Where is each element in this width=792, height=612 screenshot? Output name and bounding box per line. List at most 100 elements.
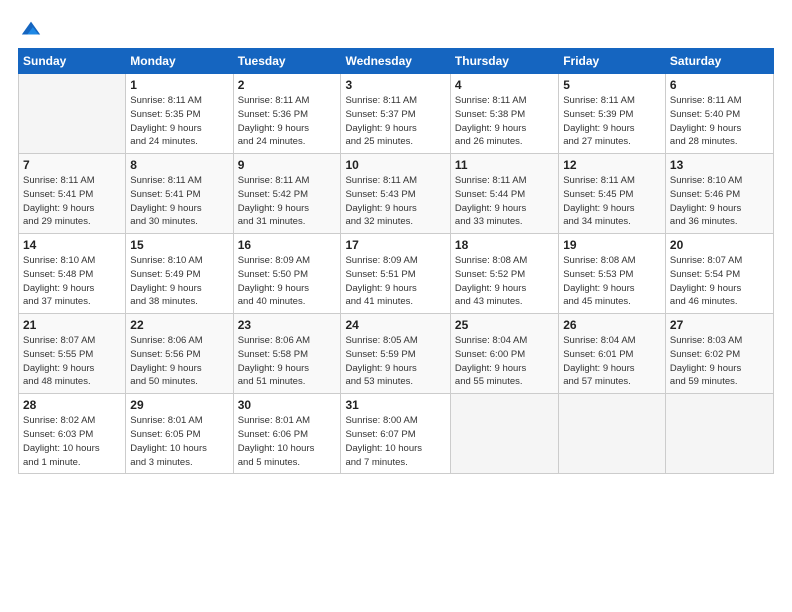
day-info: Sunrise: 8:11 AM Sunset: 5:41 PM Dayligh… (23, 174, 121, 229)
calendar-cell: 20 Sunrise: 8:07 AM Sunset: 5:54 PM Dayli… (665, 234, 773, 314)
day-number: 31 (345, 398, 445, 412)
day-info: Sunrise: 8:10 AM Sunset: 5:48 PM Dayligh… (23, 254, 121, 309)
day-info: Sunrise: 8:07 AM Sunset: 5:54 PM Dayligh… (670, 254, 769, 309)
calendar-cell: 4Sunrise: 8:11 AM Sunset: 5:38 PM Daylig… (450, 74, 558, 154)
day-info: Sunrise: 8:10 AM Sunset: 5:46 PM Dayligh… (670, 174, 769, 229)
calendar-cell: 23 Sunrise: 8:06 AM Sunset: 5:58 PM Dayli… (233, 314, 341, 394)
calendar-cell: 6 Sunrise: 8:11 AM Sunset: 5:40 PM Daylig… (665, 74, 773, 154)
day-number: 12 (563, 158, 661, 172)
calendar-cell: 14 Sunrise: 8:10 AM Sunset: 5:48 PM Dayli… (19, 234, 126, 314)
day-number: 22 (130, 318, 228, 332)
calendar-cell: 24 Sunrise: 8:05 AM Sunset: 5:59 PM Dayli… (341, 314, 450, 394)
calendar-cell: 25 Sunrise: 8:04 AM Sunset: 6:00 PM Dayli… (450, 314, 558, 394)
calendar-cell: 28 Sunrise: 8:02 AM Sunset: 6:03 PM Dayli… (19, 394, 126, 474)
calendar-cell: 7 Sunrise: 8:11 AM Sunset: 5:41 PM Daylig… (19, 154, 126, 234)
day-number: 21 (23, 318, 121, 332)
day-info: Sunrise: 8:05 AM Sunset: 5:59 PM Dayligh… (345, 334, 445, 389)
calendar-cell (450, 394, 558, 474)
day-info: Sunrise: 8:11 AM Sunset: 5:39 PM Dayligh… (563, 94, 661, 149)
day-info: Sunrise: 8:04 AM Sunset: 6:00 PM Dayligh… (455, 334, 554, 389)
day-info: Sunrise: 8:10 AM Sunset: 5:49 PM Dayligh… (130, 254, 228, 309)
day-number: 30 (238, 398, 337, 412)
day-number: 20 (670, 238, 769, 252)
calendar-cell: 9Sunrise: 8:11 AM Sunset: 5:42 PM Daylig… (233, 154, 341, 234)
day-number: 7 (23, 158, 121, 172)
day-number: 29 (130, 398, 228, 412)
day-info: Sunrise: 8:02 AM Sunset: 6:03 PM Dayligh… (23, 414, 121, 469)
logo-block (18, 18, 42, 38)
weekday-header-sunday: Sunday (19, 49, 126, 74)
calendar-cell: 30 Sunrise: 8:01 AM Sunset: 6:06 PM Dayli… (233, 394, 341, 474)
day-info: Sunrise: 8:08 AM Sunset: 5:53 PM Dayligh… (563, 254, 661, 309)
day-number: 23 (238, 318, 337, 332)
day-info: Sunrise: 8:09 AM Sunset: 5:50 PM Dayligh… (238, 254, 337, 309)
week-row-4: 21 Sunrise: 8:07 AM Sunset: 5:55 PM Dayli… (19, 314, 774, 394)
day-info: Sunrise: 8:06 AM Sunset: 5:58 PM Dayligh… (238, 334, 337, 389)
day-number: 9 (238, 158, 337, 172)
day-info: Sunrise: 8:11 AM Sunset: 5:40 PM Dayligh… (670, 94, 769, 149)
day-number: 26 (563, 318, 661, 332)
calendar-cell: 12Sunrise: 8:11 AM Sunset: 5:45 PM Dayli… (559, 154, 666, 234)
calendar-cell: 1 Sunrise: 8:11 AM Sunset: 5:35 PM Daylig… (126, 74, 233, 154)
day-number: 3 (345, 78, 445, 92)
header (18, 18, 774, 38)
day-number: 4 (455, 78, 554, 92)
calendar-cell: 27 Sunrise: 8:03 AM Sunset: 6:02 PM Dayli… (665, 314, 773, 394)
calendar-cell: 3 Sunrise: 8:11 AM Sunset: 5:37 PM Daylig… (341, 74, 450, 154)
weekday-header-wednesday: Wednesday (341, 49, 450, 74)
calendar-cell: 2 Sunrise: 8:11 AM Sunset: 5:36 PM Daylig… (233, 74, 341, 154)
logo (18, 18, 42, 38)
calendar-cell (559, 394, 666, 474)
calendar-cell: 19 Sunrise: 8:08 AM Sunset: 5:53 PM Dayli… (559, 234, 666, 314)
day-info: Sunrise: 8:11 AM Sunset: 5:35 PM Dayligh… (130, 94, 228, 149)
day-number: 6 (670, 78, 769, 92)
day-number: 2 (238, 78, 337, 92)
day-info: Sunrise: 8:03 AM Sunset: 6:02 PM Dayligh… (670, 334, 769, 389)
weekday-header-row: SundayMondayTuesdayWednesdayThursdayFrid… (19, 49, 774, 74)
day-info: Sunrise: 8:01 AM Sunset: 6:05 PM Dayligh… (130, 414, 228, 469)
day-number: 10 (345, 158, 445, 172)
weekday-header-monday: Monday (126, 49, 233, 74)
calendar-cell: 22 Sunrise: 8:06 AM Sunset: 5:56 PM Dayli… (126, 314, 233, 394)
day-info: Sunrise: 8:06 AM Sunset: 5:56 PM Dayligh… (130, 334, 228, 389)
week-row-1: 1 Sunrise: 8:11 AM Sunset: 5:35 PM Daylig… (19, 74, 774, 154)
calendar-cell: 15Sunrise: 8:10 AM Sunset: 5:49 PM Dayli… (126, 234, 233, 314)
day-number: 18 (455, 238, 554, 252)
day-info: Sunrise: 8:11 AM Sunset: 5:36 PM Dayligh… (238, 94, 337, 149)
calendar-cell (19, 74, 126, 154)
calendar-cell: 18 Sunrise: 8:08 AM Sunset: 5:52 PM Dayli… (450, 234, 558, 314)
day-info: Sunrise: 8:11 AM Sunset: 5:43 PM Dayligh… (345, 174, 445, 229)
week-row-5: 28 Sunrise: 8:02 AM Sunset: 6:03 PM Dayli… (19, 394, 774, 474)
page: SundayMondayTuesdayWednesdayThursdayFrid… (0, 0, 792, 484)
day-number: 1 (130, 78, 228, 92)
weekday-header-thursday: Thursday (450, 49, 558, 74)
day-number: 11 (455, 158, 554, 172)
day-info: Sunrise: 8:11 AM Sunset: 5:37 PM Dayligh… (345, 94, 445, 149)
day-number: 17 (345, 238, 445, 252)
calendar-cell: 21 Sunrise: 8:07 AM Sunset: 5:55 PM Dayli… (19, 314, 126, 394)
weekday-header-tuesday: Tuesday (233, 49, 341, 74)
weekday-header-friday: Friday (559, 49, 666, 74)
calendar-cell: 8Sunrise: 8:11 AM Sunset: 5:41 PM Daylig… (126, 154, 233, 234)
day-info: Sunrise: 8:07 AM Sunset: 5:55 PM Dayligh… (23, 334, 121, 389)
day-info: Sunrise: 8:01 AM Sunset: 6:06 PM Dayligh… (238, 414, 337, 469)
calendar-cell: 10 Sunrise: 8:11 AM Sunset: 5:43 PM Dayli… (341, 154, 450, 234)
calendar-cell: 16Sunrise: 8:09 AM Sunset: 5:50 PM Dayli… (233, 234, 341, 314)
day-number: 28 (23, 398, 121, 412)
day-info: Sunrise: 8:11 AM Sunset: 5:44 PM Dayligh… (455, 174, 554, 229)
day-number: 25 (455, 318, 554, 332)
day-number: 5 (563, 78, 661, 92)
day-number: 19 (563, 238, 661, 252)
calendar-cell: 26Sunrise: 8:04 AM Sunset: 6:01 PM Dayli… (559, 314, 666, 394)
day-info: Sunrise: 8:00 AM Sunset: 6:07 PM Dayligh… (345, 414, 445, 469)
calendar-cell: 5 Sunrise: 8:11 AM Sunset: 5:39 PM Daylig… (559, 74, 666, 154)
day-number: 24 (345, 318, 445, 332)
calendar-cell (665, 394, 773, 474)
day-number: 14 (23, 238, 121, 252)
day-number: 13 (670, 158, 769, 172)
day-info: Sunrise: 8:08 AM Sunset: 5:52 PM Dayligh… (455, 254, 554, 309)
day-info: Sunrise: 8:11 AM Sunset: 5:41 PM Dayligh… (130, 174, 228, 229)
week-row-3: 14 Sunrise: 8:10 AM Sunset: 5:48 PM Dayli… (19, 234, 774, 314)
day-number: 27 (670, 318, 769, 332)
week-row-2: 7 Sunrise: 8:11 AM Sunset: 5:41 PM Daylig… (19, 154, 774, 234)
